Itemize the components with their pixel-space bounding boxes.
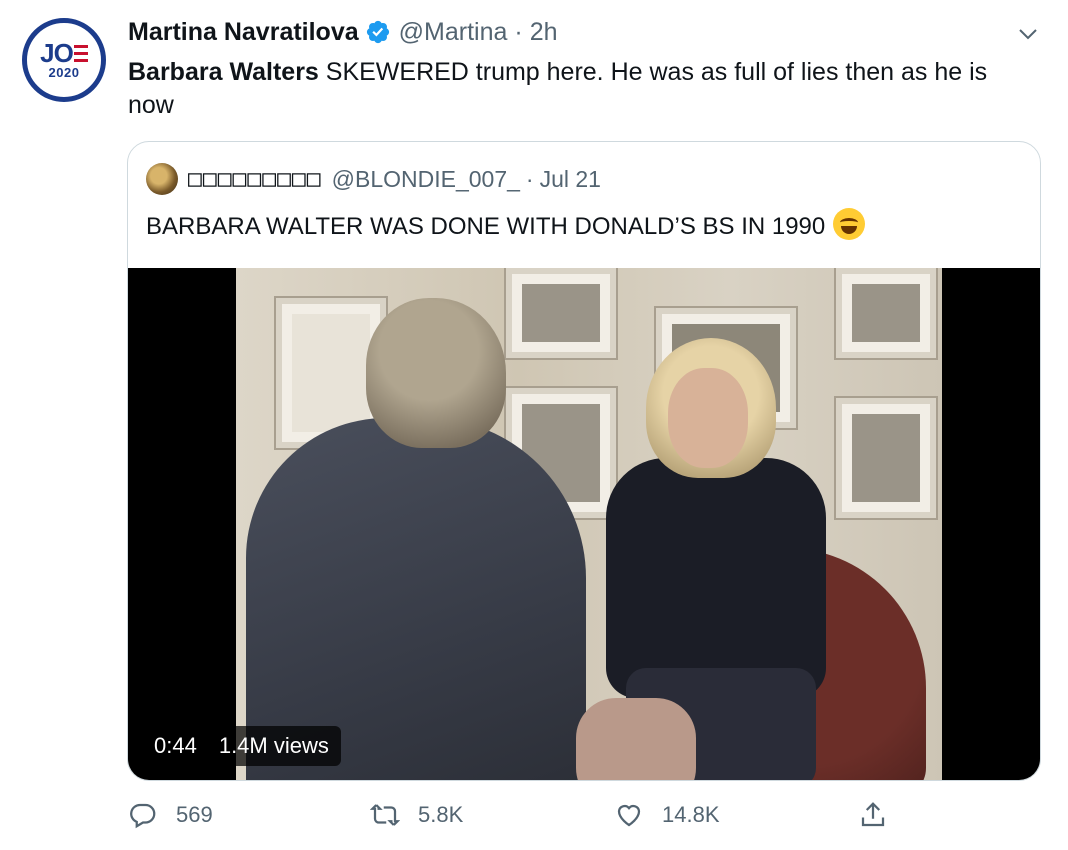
author-avatar[interactable]: JO 2020 — [22, 18, 106, 102]
heart-icon — [617, 804, 641, 827]
separator-dot: · — [525, 165, 534, 192]
quoted-tweet-date[interactable]: Jul 21 — [540, 166, 601, 193]
retweet-icon — [370, 804, 400, 826]
tweet-timestamp[interactable]: 2h — [530, 18, 558, 47]
face-with-tears-of-joy-icon — [833, 208, 866, 240]
flag-stripes-icon — [73, 44, 88, 63]
tweet-text: Barbara Walters SKEWERED trump here. He … — [128, 56, 1028, 122]
interviewer-figure — [246, 288, 586, 780]
video-views: 1.4M views — [218, 733, 329, 758]
tweet[interactable]: JO 2020 Martina Navratilova @Martina · 2… — [0, 0, 1068, 850]
retweet-button[interactable]: 5.8K — [370, 800, 463, 830]
share-icon — [861, 802, 885, 827]
avatar-logo-year: 2020 — [48, 64, 80, 80]
avatar-logo-text: JO — [40, 40, 88, 66]
share-button[interactable] — [858, 800, 888, 830]
video-frame — [236, 268, 942, 780]
like-count: 14.8K — [662, 802, 720, 827]
quoted-tweet[interactable]: □□□□□□□□□ @BLONDIE_007_ · Jul 21 BARBARA… — [127, 141, 1041, 781]
reply-count: 569 — [176, 802, 213, 827]
tweet-header: Martina Navratilova @Martina · 2h — [128, 16, 558, 48]
quoted-author-name[interactable]: □□□□□□□□□ — [188, 166, 322, 192]
quoted-tweet-header: □□□□□□□□□ @BLONDIE_007_ · Jul 21 — [146, 162, 601, 196]
reply-icon — [130, 803, 156, 829]
quoted-author-avatar[interactable] — [146, 163, 178, 195]
video-player[interactable]: 0:44 1.4M views — [128, 268, 1040, 780]
interviewee-figure — [546, 338, 926, 780]
reply-button[interactable]: 569 — [128, 800, 213, 830]
quoted-author-handle[interactable]: @BLONDIE_007_ — [332, 166, 520, 193]
chevron-down-icon[interactable] — [1016, 22, 1040, 46]
separator-dot: · — [514, 17, 523, 46]
verified-badge-icon — [366, 20, 389, 44]
tweet-text-bold: Barbara Walters — [128, 58, 319, 86]
like-button[interactable]: 14.8K — [614, 800, 720, 830]
author-name[interactable]: Martina Navratilova — [128, 18, 359, 47]
quoted-tweet-text: BARBARA WALTER WAS DONE WITH DONALD’S BS… — [146, 208, 866, 241]
video-duration: 0:44 — [154, 733, 197, 758]
quoted-tweet-body: BARBARA WALTER WAS DONE WITH DONALD’S BS… — [146, 213, 826, 240]
author-handle[interactable]: @Martina — [399, 18, 508, 47]
retweet-count: 5.8K — [418, 802, 464, 827]
video-info-badge: 0:44 1.4M views — [142, 726, 341, 766]
tweet-actions: 569 5.8K 14.8K — [128, 800, 908, 836]
